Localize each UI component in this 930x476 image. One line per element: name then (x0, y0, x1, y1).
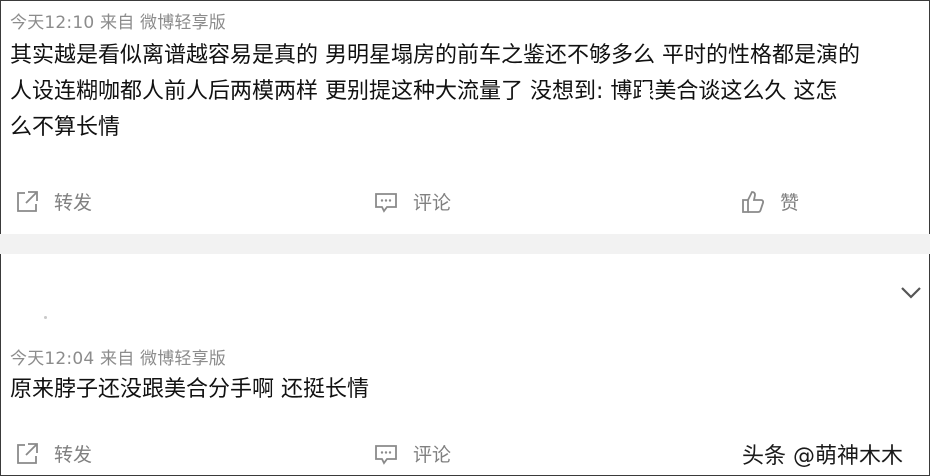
repost-button[interactable]: 转发 (14, 440, 92, 467)
comment-button[interactable]: 评论 (373, 440, 451, 467)
section-divider (0, 234, 930, 254)
comment-line: 其实越是看似离谱越容易是真的 男明星塌房的前车之鉴还不够多么 平时的性格都是演的 (10, 43, 860, 68)
comment-icon (375, 444, 397, 465)
like-label: 赞 (780, 192, 800, 214)
like-button[interactable]: 赞 (740, 188, 799, 215)
chevron-down-icon[interactable] (898, 282, 924, 302)
comment-line: 人设连糊咖都人前人后两模两样 更别提这种大流量了 没想到: 博跟美合谈这么久 这… (10, 79, 838, 104)
comment-label: 评论 (413, 192, 452, 214)
thumbs-up-icon (742, 190, 765, 213)
comment-meta: 今天12:04 来自 微博轻享版 (10, 349, 226, 369)
comment-icon (375, 192, 397, 213)
repost-button[interactable]: 转发 (14, 188, 92, 215)
redaction-mask (641, 82, 650, 116)
repost-label: 转发 (54, 444, 93, 466)
comment-label: 评论 (413, 444, 452, 466)
share-icon (17, 190, 38, 212)
comment-content: 原来脖子还没跟美合分手啊 还挺长情 (10, 372, 922, 408)
comment-content: 其实越是看似离谱越容易是真的 男明星塌房的前车之鉴还不够多么 平时的性格都是演的… (10, 38, 922, 146)
comment-button[interactable]: 评论 (373, 188, 451, 215)
comment-line: 原来脖子还没跟美合分手啊 还挺长情 (10, 377, 369, 402)
share-icon (17, 442, 38, 464)
comment-meta: 今天12:10 来自 微博轻享版 (10, 13, 226, 33)
watermark-text: 头条 @萌神木木 (742, 444, 903, 469)
comment-line: 么不算长情 (10, 115, 121, 140)
repost-label: 转发 (54, 192, 93, 214)
separator-dot (44, 316, 47, 319)
